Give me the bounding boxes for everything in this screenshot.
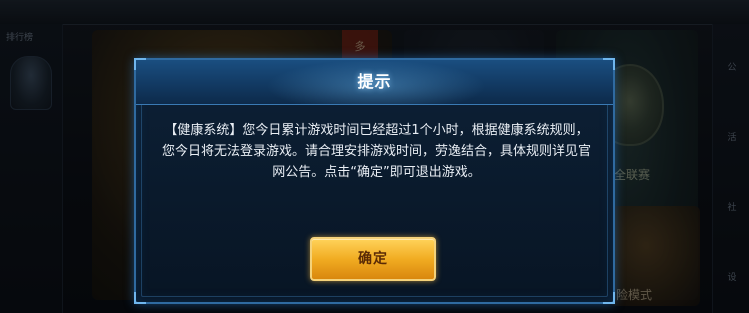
game-screen: 排行榜 多 全联赛 险模式 公 活 社 设 提示 【健康系统】您今日累计游戏时间… [0, 0, 749, 313]
confirm-button-label: 确定 [358, 251, 388, 267]
dialog-header: 提示 [136, 60, 613, 105]
dialog-message: 【健康系统】您今日累计游戏时间已经超过1个小时，根据健康系统规则，您今日将无法登… [161, 123, 591, 180]
dialog-title: 提示 [357, 72, 392, 91]
health-system-dialog: 提示 【健康系统】您今日累计游戏时间已经超过1个小时，根据健康系统规则，您今日将… [134, 58, 615, 304]
confirm-button[interactable]: 确定 [310, 237, 436, 281]
dialog-corner-ornament [603, 292, 615, 304]
dialog-corner-ornament [134, 292, 146, 304]
